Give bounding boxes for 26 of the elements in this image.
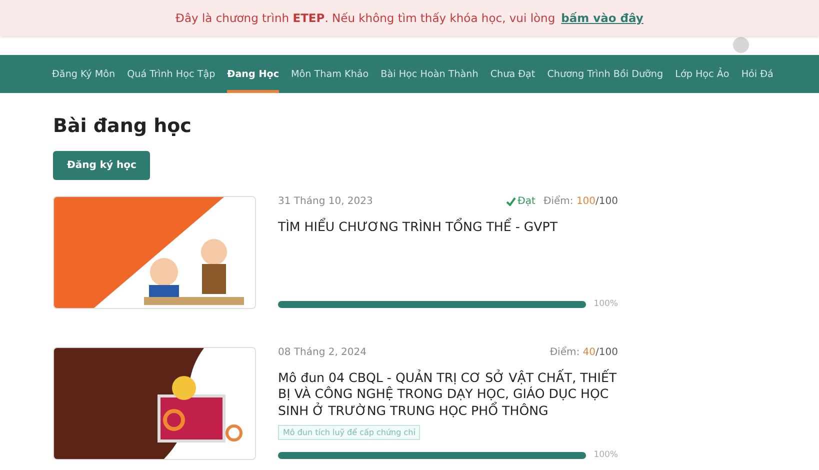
notice-text: Đây là chương trình ETEP. Nếu không tìm thấy khóa học, vui lòng (176, 11, 556, 25)
nav-tab[interactable]: Bài Học Hoàn Thành (380, 55, 478, 93)
nav-tab[interactable]: Đang Học (227, 55, 280, 93)
nav-tab[interactable]: Chưa Đạt (490, 55, 536, 93)
course-date: 08 Tháng 2, 2024 (278, 347, 367, 358)
nav-tab[interactable]: Chương Trình Bồi Dưỡng (547, 55, 664, 93)
check-icon (506, 197, 516, 206)
course-date: 31 Tháng 10, 2023 (278, 196, 373, 207)
course-thumbnail[interactable] (53, 347, 256, 460)
course-tag: Mô đun tích luỹ để cấp chứng chỉ (278, 425, 420, 440)
course-title[interactable]: Mô đun 04 CBQL - QUẢN TRỊ CƠ SỞ VẬT CHẤT, THIẾT BỊ VÀ CÔNG NGHỆ TRONG DẠY HỌC, GIÁO DỤC HỌC SINH Ở TRƯỜNG TRUNG HỌC PHỔ THÔNG (278, 370, 618, 420)
nav-tab[interactable]: Môn Tham Khảo (291, 55, 369, 93)
course-title[interactable]: TÌM HIỂU CHƯƠNG TRÌNH TỔNG THỂ - GVPT (278, 219, 618, 236)
notice-link[interactable]: bấm vào đây (561, 11, 644, 25)
progress-percent: 100% (594, 299, 618, 309)
course-thumbnail[interactable] (53, 196, 256, 309)
nav-tab[interactable]: Hỏi Đá (741, 55, 774, 93)
score-text: Điểm: 100/100 (543, 196, 618, 207)
nav-tab[interactable]: Lớp Học Ảo (675, 55, 730, 93)
passed-status: Đạt (506, 196, 536, 207)
score-text: Điểm: 40/100 (550, 347, 618, 358)
page-title: Bài đang học (53, 115, 192, 137)
progress-percent: 100% (594, 450, 618, 460)
nav-tab[interactable]: Quá Trình Học Tập (127, 55, 216, 93)
register-button[interactable]: Đăng ký học (53, 151, 150, 180)
nav-tab[interactable]: Đăng Ký Môn (52, 55, 116, 93)
